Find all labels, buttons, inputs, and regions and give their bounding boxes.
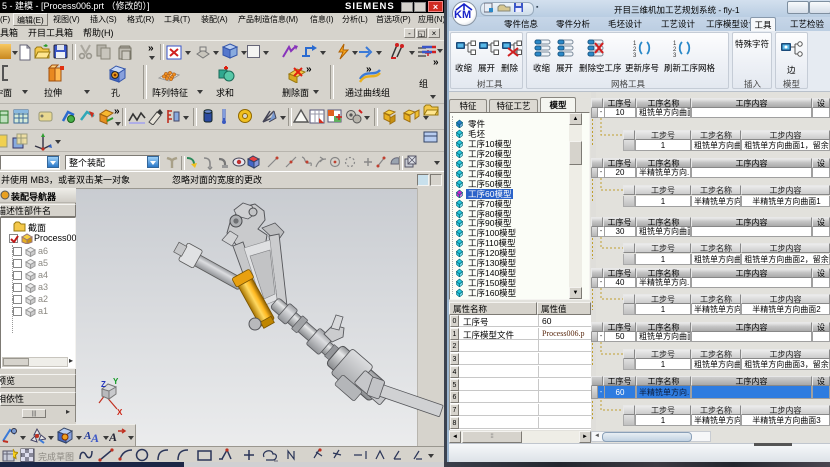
svg-text:3: 3 [633, 53, 637, 57]
svg-text:Z: Z [101, 380, 106, 389]
svg-text:X: X [117, 408, 123, 417]
svg-text:Y: Y [113, 377, 119, 386]
svg-text:3: 3 [673, 53, 677, 57]
